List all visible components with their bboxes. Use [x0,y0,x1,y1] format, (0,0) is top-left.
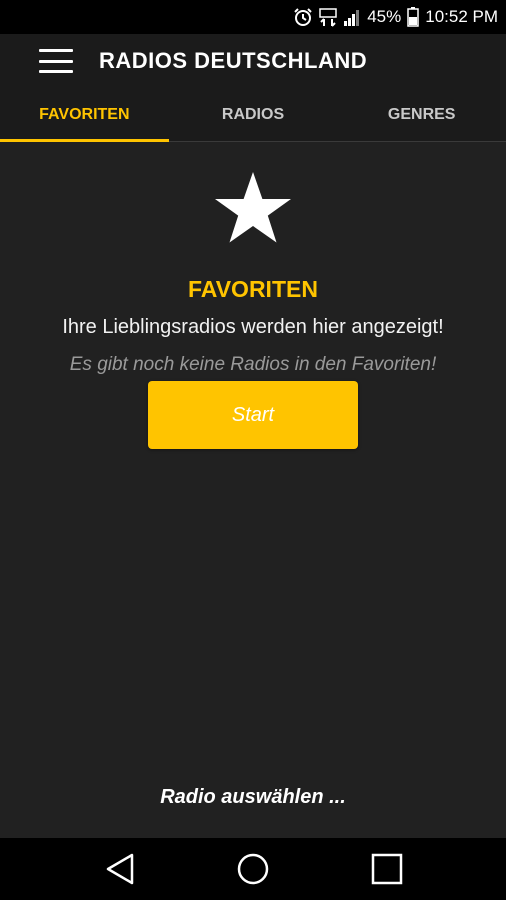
tab-bar: FAVORITEN RADIOS GENRES [0,88,506,142]
hamburger-menu-icon[interactable] [39,49,73,73]
favorites-empty-message: Es gibt noch keine Radios in den Favorit… [69,354,437,375]
app-bar: RADIOS DEUTSCHLAND [0,34,506,88]
app-title: RADIOS DEUTSCHLAND [99,48,368,73]
status-time: 10:52 PM [425,7,498,26]
signal-icon [343,8,361,26]
recents-icon[interactable] [370,852,404,891]
start-button[interactable]: Start [148,381,358,449]
home-icon[interactable] [236,852,270,891]
favorites-heading: FAVORITEN [188,276,318,302]
tab-favoriten[interactable]: FAVORITEN [0,88,169,142]
navigation-bar [0,838,506,900]
favorites-empty-state: FAVORITEN Ihre Lieblingsradios werden hi… [0,142,506,838]
battery-percent: 45% [367,7,402,26]
star-icon [213,172,293,255]
favorites-subtitle: Ihre Lieblingsradios werden hier angezei… [62,316,444,338]
status-bar: 45% 10:52 PM [0,0,506,34]
tab-genres[interactable]: GENRES [337,88,506,141]
alarm-icon [293,7,313,27]
data-icon [319,7,337,27]
back-icon[interactable] [104,852,136,891]
battery-icon [407,7,419,27]
tab-radios[interactable]: RADIOS [169,88,338,141]
radio-select-link[interactable]: Radio auswählen ... [0,786,506,809]
